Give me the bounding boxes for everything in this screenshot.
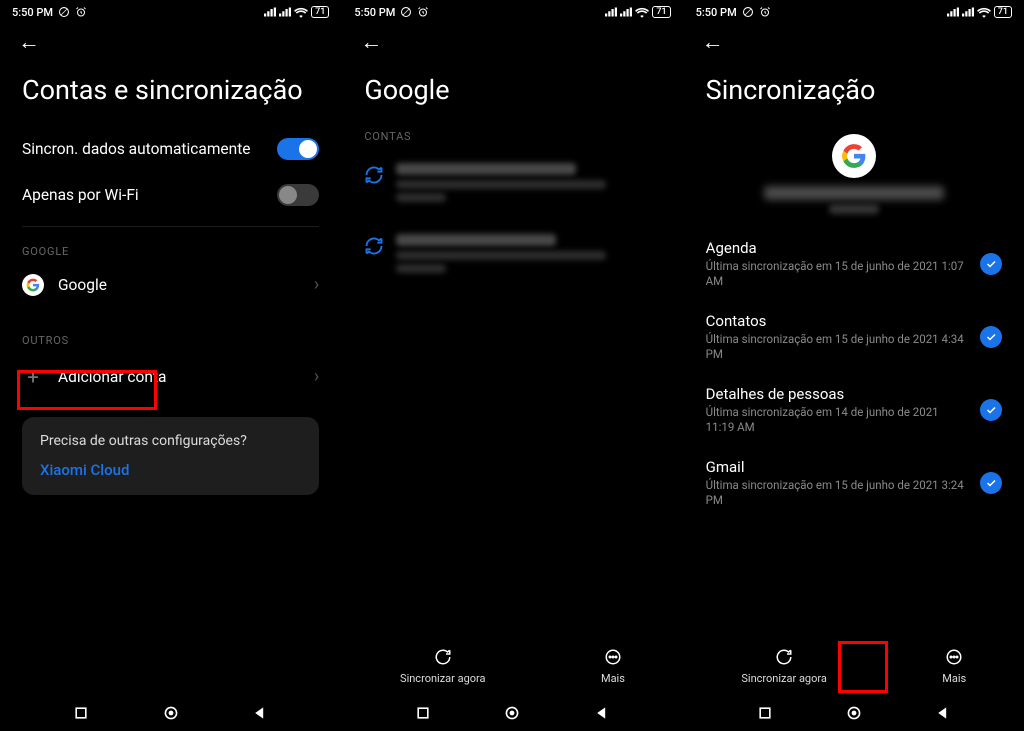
add-account-label: Adicionar conta: [58, 367, 166, 387]
other-settings-card: Precisa de outras configurações? Xiaomi …: [22, 417, 319, 495]
back-button[interactable]: ←: [18, 30, 40, 55]
page-title: Sincronização: [684, 60, 1024, 126]
sync-item-contatos[interactable]: ContatosÚltima sincronização em 15 de ju…: [706, 301, 1002, 374]
more-icon: [945, 648, 963, 666]
nav-home-icon[interactable]: [504, 705, 520, 721]
signal-icon-2: [620, 7, 632, 17]
wifi-only-toggle-row[interactable]: Apenas por Wi-Fi: [22, 172, 319, 218]
check-icon[interactable]: [980, 253, 1002, 275]
sync-now-label: Sincronizar agora: [400, 672, 486, 685]
google-logo-icon: [832, 134, 876, 178]
xiaomi-cloud-link[interactable]: Xiaomi Cloud: [40, 461, 301, 479]
auto-sync-label: Sincron. dados automaticamente: [22, 139, 250, 159]
status-time: 5:50 PM: [696, 6, 737, 19]
sync-item-agenda[interactable]: AgendaÚltima sincronização em 15 de junh…: [706, 228, 1002, 301]
signal-icon: [264, 7, 276, 17]
dnd-icon: [742, 6, 754, 18]
auto-sync-toggle[interactable]: [277, 138, 319, 160]
more-label: Mais: [601, 672, 625, 685]
section-google-header: GOOGLE: [22, 227, 319, 264]
page-title: Google: [342, 60, 682, 126]
google-logo-icon: [22, 274, 44, 296]
status-time: 5:50 PM: [354, 6, 395, 19]
wifi-icon: [977, 7, 991, 18]
more-label: Mais: [942, 672, 966, 685]
screen-google-accounts: 5:50 PM 71 ← Google CONTAS: [341, 0, 682, 731]
account-header: [706, 126, 1002, 228]
nav-bar: [342, 695, 682, 731]
battery-icon: 71: [311, 6, 329, 18]
sync-item-detalhes[interactable]: Detalhes de pessoasÚltima sincronização …: [706, 374, 1002, 447]
status-time: 5:50 PM: [12, 6, 53, 19]
section-others-header: OUTROS: [22, 306, 319, 353]
sync-now-label: Sincronizar agora: [741, 672, 827, 685]
section-accounts-header: CONTAS: [364, 126, 660, 149]
sync-now-icon: [775, 648, 793, 666]
more-icon: [604, 648, 622, 666]
alarm-icon: [417, 6, 429, 18]
add-account-row[interactable]: + Adicionar conta ›: [22, 353, 319, 401]
account-row-1[interactable]: [364, 149, 660, 220]
sync-item-gmail[interactable]: GmailÚltima sincronização em 15 de junho…: [706, 447, 1002, 520]
screen-sync-detail: 5:50 PM 71 ← Sincronização AgendaÚltima …: [683, 0, 1024, 731]
nav-back-icon[interactable]: [252, 705, 268, 721]
bottom-bar: Sincronizar agora Mais: [684, 637, 1024, 695]
alarm-icon: [759, 6, 771, 18]
nav-recent-icon[interactable]: [757, 705, 773, 721]
bottom-bar: Sincronizar agora Mais: [342, 637, 682, 695]
signal-icon-2: [279, 7, 291, 17]
chevron-right-icon: ›: [314, 274, 319, 295]
status-bar: 5:50 PM 71: [342, 0, 682, 22]
signal-icon: [947, 7, 959, 17]
nav-back-icon[interactable]: [935, 705, 951, 721]
more-button[interactable]: Mais: [601, 648, 625, 685]
signal-icon-2: [962, 7, 974, 17]
google-label: Google: [58, 275, 107, 295]
alarm-icon: [75, 6, 87, 18]
more-button[interactable]: Mais: [942, 648, 966, 685]
battery-icon: 71: [994, 6, 1012, 18]
dnd-icon: [58, 6, 70, 18]
nav-bar: [0, 695, 341, 731]
sync-now-button[interactable]: Sincronizar agora: [741, 648, 827, 685]
check-icon[interactable]: [980, 472, 1002, 494]
check-icon[interactable]: [980, 326, 1002, 348]
auto-sync-toggle-row[interactable]: Sincron. dados automaticamente: [22, 126, 319, 172]
wifi-icon: [294, 7, 308, 18]
nav-recent-icon[interactable]: [415, 705, 431, 721]
nav-bar: [684, 695, 1024, 731]
back-button[interactable]: ←: [360, 30, 382, 55]
back-button[interactable]: ←: [702, 30, 724, 55]
page-title: Contas e sincronização: [0, 60, 341, 126]
chevron-right-icon: ›: [314, 366, 319, 387]
google-account-row[interactable]: Google ›: [22, 264, 319, 306]
nav-home-icon[interactable]: [163, 705, 179, 721]
sync-icon: [364, 165, 384, 185]
sync-now-icon: [434, 648, 452, 666]
nav-back-icon[interactable]: [594, 705, 610, 721]
nav-recent-icon[interactable]: [73, 705, 89, 721]
card-question: Precisa de outras configurações?: [40, 433, 301, 449]
dnd-icon: [400, 6, 412, 18]
screen-accounts-sync: 5:50 PM 71 ← Contas e sincronização Sinc…: [0, 0, 341, 731]
wifi-only-toggle[interactable]: [277, 184, 319, 206]
status-bar: 5:50 PM 71: [684, 0, 1024, 22]
check-icon[interactable]: [980, 399, 1002, 421]
signal-icon: [605, 7, 617, 17]
battery-icon: 71: [652, 6, 670, 18]
wifi-icon: [635, 7, 649, 18]
wifi-only-label: Apenas por Wi-Fi: [22, 185, 139, 205]
account-row-2[interactable]: [364, 220, 660, 291]
sync-icon: [364, 236, 384, 256]
plus-icon: +: [22, 365, 44, 389]
nav-home-icon[interactable]: [846, 705, 862, 721]
sync-now-button[interactable]: Sincronizar agora: [400, 648, 486, 685]
status-bar: 5:50 PM 71: [0, 0, 341, 22]
